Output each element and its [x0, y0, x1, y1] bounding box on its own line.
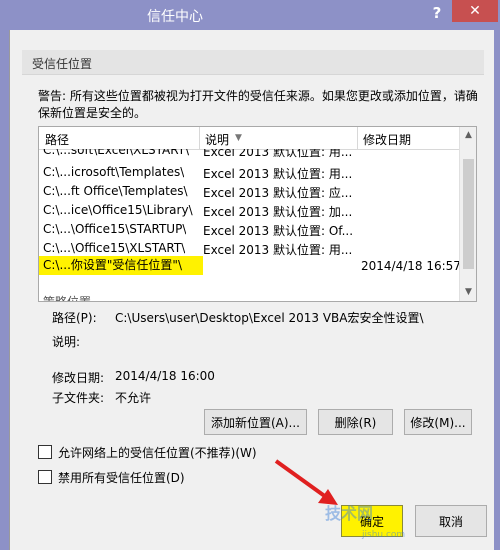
- close-button[interactable]: ✕: [452, 0, 498, 22]
- sort-arrow-icon: ▼: [235, 133, 242, 143]
- modified-date-value: 2014/4/18 16:00: [115, 369, 215, 383]
- section-title: 受信任位置: [32, 57, 93, 71]
- row-description: Excel 2013 默认位置: 应...: [203, 186, 353, 200]
- list-row[interactable]: C:\...ft Office\Templates\ Excel 2013 默认…: [39, 182, 459, 201]
- title-bar: 信任中心 ? ✕: [0, 0, 500, 30]
- row-path: C:\...ice\Office15\Library\: [43, 203, 193, 217]
- list-row-selected[interactable]: C:\...你设置"受信任位置"\ 2014/4/18 16:57: [39, 256, 461, 275]
- disable-all-checkbox[interactable]: [38, 470, 52, 484]
- warning-text: 警告: 所有这些位置都被视为打开文件的受信任来源。如果您更改或添加位置，请确保新…: [38, 89, 478, 120]
- path-value: C:\Users\user\Desktop\Excel 2013 VBA宏安全性…: [115, 311, 424, 325]
- list-row[interactable]: C:\...soft\Excel\XLSTART\ Excel 2013 默认位…: [39, 149, 459, 163]
- subfolders-label: 子文件夹:: [52, 391, 105, 405]
- modify-button[interactable]: 修改(M)...: [404, 409, 472, 435]
- policy-locations-label: 策略位置: [43, 295, 92, 302]
- row-description: Excel 2013 默认位置: 用...: [203, 149, 353, 159]
- disable-all-checkbox-row[interactable]: 禁用所有受信任位置(D): [38, 469, 238, 485]
- row-path: C:\...\Office15\STARTUP\: [43, 222, 187, 236]
- list-row[interactable]: C:\...\Office15\STARTUP\ Excel 2013 默认位置…: [39, 220, 459, 239]
- watermark-text: 技术网: [325, 504, 374, 523]
- help-button[interactable]: ?: [425, 2, 449, 24]
- scroll-thumb[interactable]: [463, 159, 474, 269]
- row-path: C:\...ft Office\Templates\: [43, 184, 188, 198]
- row-path: C:\...soft\Excel\XLSTART\: [43, 149, 190, 157]
- row-modified-date: 2014/4/18 16:57: [361, 259, 461, 273]
- allow-network-label: 允许网络上的受信任位置(不推荐)(W): [58, 446, 257, 460]
- right-border: [494, 30, 500, 550]
- list-scrollbar[interactable]: ▲ ▼: [459, 127, 476, 301]
- left-border: [0, 30, 10, 550]
- row-description: Excel 2013 默认位置: 加...: [203, 205, 353, 219]
- trusted-locations-list[interactable]: 路径 说明 ▼ 修改日期 C:\...soft\Excel\XLSTART\ E…: [38, 126, 477, 302]
- section-header: 受信任位置: [22, 50, 484, 75]
- subfolders-value: 不允许: [115, 391, 152, 405]
- row-path: C:\...\Office15\XLSTART\: [43, 241, 186, 255]
- watermark-url: jishu.com: [362, 530, 406, 540]
- description-label: 说明:: [52, 335, 81, 349]
- scroll-up-icon[interactable]: ▲: [460, 127, 476, 144]
- add-location-button[interactable]: 添加新位置(A)...: [204, 409, 307, 435]
- row-path: C:\...icrosoft\Templates\: [43, 165, 185, 179]
- modified-date-label: 修改日期:: [52, 371, 105, 385]
- list-row[interactable]: C:\...ice\Office15\Library\ Excel 2013 默…: [39, 201, 459, 220]
- column-modified-date[interactable]: 修改日期: [363, 131, 411, 148]
- list-row[interactable]: C:\...icrosoft\Templates\ Excel 2013 默认位…: [39, 163, 459, 182]
- list-header: 路径 说明 ▼ 修改日期: [39, 127, 459, 150]
- path-label: 路径(P):: [52, 311, 97, 325]
- row-description: Excel 2013 默认位置: 用...: [203, 167, 353, 181]
- cancel-button[interactable]: 取消: [415, 505, 487, 537]
- allow-network-checkbox[interactable]: [38, 445, 52, 459]
- disable-all-label: 禁用所有受信任位置(D): [58, 471, 185, 485]
- column-description[interactable]: 说明: [205, 131, 229, 148]
- row-description: Excel 2013 默认位置: Of...: [203, 224, 354, 238]
- remove-button[interactable]: 删除(R): [318, 409, 393, 435]
- window-title: 信任中心: [147, 9, 203, 25]
- row-path: C:\...你设置"受信任位置"\: [39, 256, 203, 275]
- scroll-down-icon[interactable]: ▼: [460, 284, 476, 301]
- column-path[interactable]: 路径: [45, 131, 69, 148]
